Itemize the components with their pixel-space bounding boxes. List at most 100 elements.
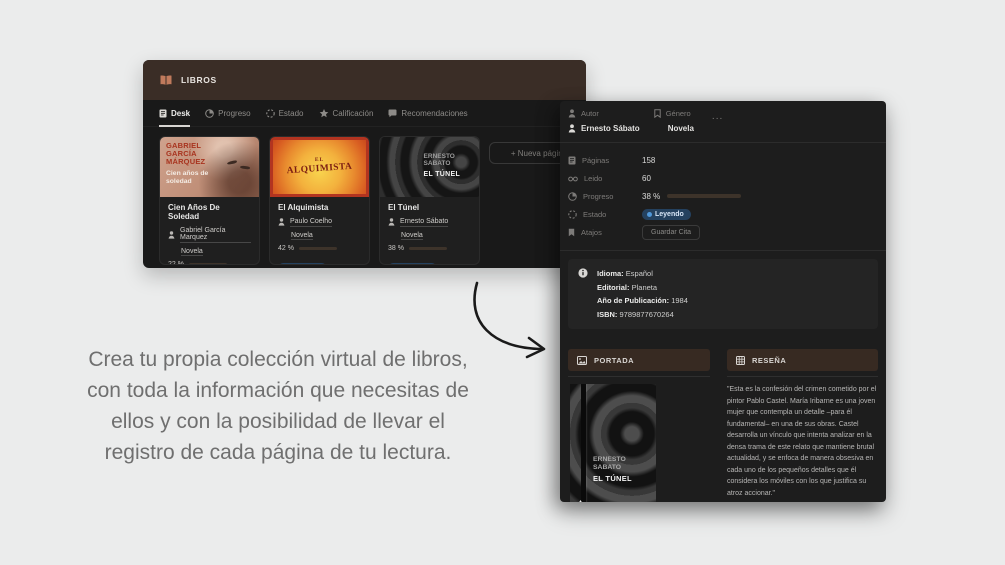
progress-bar [667, 194, 742, 198]
genre-value-row[interactable]: Novela [654, 124, 694, 133]
anio-line: Año de Publicación: 1984 [597, 294, 688, 308]
bird-graphic [226, 159, 238, 166]
moon-icon [278, 232, 286, 240]
resena-text: "Esta es la confesión del crimen cometid… [727, 386, 877, 497]
clock-icon [568, 191, 577, 201]
card-genre: Novela [291, 231, 313, 240]
card-genre-row: Novela [388, 231, 471, 240]
estado-label: Estado [583, 209, 607, 219]
caption-line: registro de cada página de tu lectura. [104, 441, 452, 464]
genre-property: Género Novela [653, 109, 694, 133]
card-body: Cien Años De Soledad Gabriel García Marq… [160, 197, 259, 265]
card-genre: Novela [401, 231, 423, 240]
image-icon [577, 355, 587, 365]
card-genre-row: Novela [278, 231, 361, 240]
book-card-cien-anos[interactable]: GABRIEL GARCÍA MÁRQUEZ Cien años de sole… [159, 136, 260, 265]
author-label-row: Autor [568, 109, 640, 118]
paginas-value[interactable]: 158 [642, 156, 655, 165]
bookmark-icon [653, 109, 661, 118]
status-badge: Leyendo [278, 263, 327, 264]
editorial-value: Planeta [631, 282, 658, 292]
isbn-label: ISBN: [597, 309, 618, 319]
progress-bar [188, 263, 227, 264]
cover-author-text: GABRIEL GARCÍA MÁRQUEZ [166, 141, 206, 167]
portada-header[interactable]: PORTADA [568, 349, 710, 371]
document-icon [159, 109, 167, 118]
resena-header[interactable]: RESEÑA [727, 349, 878, 371]
estado-label-row: Estado [568, 210, 642, 219]
author-value-row[interactable]: Ernesto Sábato [568, 124, 640, 133]
dashed-circle-icon [265, 109, 275, 118]
more-options-button[interactable]: ... [712, 111, 723, 133]
author-label: Autor [581, 109, 599, 118]
person-icon [568, 109, 576, 118]
book-card-tunel[interactable]: ERNESTO SABATO EL TÚNEL El Túnel Ernesto… [379, 136, 480, 265]
board-header: LIBROS [143, 60, 586, 100]
divider [560, 250, 886, 251]
publisher-logo [576, 500, 585, 502]
genre-label-row: Género [653, 109, 694, 118]
estado-value[interactable]: Leyendo [642, 208, 691, 220]
progress-bar [408, 247, 447, 250]
tab-estado[interactable]: Estado [265, 109, 304, 127]
board-title: LIBROS [181, 75, 217, 85]
portada-title: PORTADA [594, 355, 635, 365]
tab-label: Estado [278, 109, 304, 118]
tab-label: Recomendaciones [401, 109, 468, 118]
property-leido: Leido 60 [568, 169, 878, 187]
leido-label-row: Leido [568, 174, 642, 183]
book-card-alquimista[interactable]: EL ALQUIMISTA El Alquimista Paulo Coelho… [269, 136, 370, 265]
book-cover-image: ERNESTO SABATO EL TÚNEL [570, 384, 656, 502]
progress-percent-label: 38 % [388, 245, 404, 252]
glasses-icon [568, 175, 578, 182]
tab-desk[interactable]: Desk [159, 109, 191, 127]
isbn-value: 9789877670264 [619, 309, 674, 319]
bird-graphic [239, 165, 251, 170]
callout-text: Idioma: Español Editorial: Planeta Año d… [597, 267, 688, 321]
card-author-row: Ernesto Sábato [388, 218, 471, 227]
table-icon [736, 355, 745, 365]
moon-icon [388, 232, 396, 240]
cover-author-text: ERNESTO SABATO [423, 153, 455, 168]
tab-label: Calificación [332, 109, 374, 118]
leido-value[interactable]: 60 [642, 174, 651, 183]
author-property: Autor Ernesto Sábato [568, 109, 640, 133]
progress-percent-label: 22 % [168, 261, 184, 265]
book-cover-thumbnail: GABRIEL GARCÍA MÁRQUEZ Cien años de sole… [160, 137, 259, 197]
resena-title: RESEÑA [752, 355, 787, 365]
divider [568, 376, 710, 377]
status-badge: Leyendo [642, 208, 691, 220]
clock-icon [205, 109, 214, 118]
tab-calificacion[interactable]: Calificación [319, 109, 374, 127]
tab-recomendaciones[interactable]: Recomendaciones [388, 109, 468, 127]
status-label: Leyendo [655, 210, 684, 218]
comment-icon [388, 109, 397, 118]
editorial-line: Editorial: Planeta [597, 281, 688, 295]
book-cover-thumbnail: ERNESTO SABATO EL TÚNEL [380, 137, 479, 197]
cover-title-text: EL TÚNEL [593, 474, 632, 483]
star-icon [319, 109, 329, 118]
detail-properties-list: Páginas 158 Leido 60 Progreso 38 % Estad… [560, 143, 886, 250]
portada-column: PORTADA ERNESTO SABATO EL TÚNEL [568, 349, 710, 502]
caption-line: ellos y con la posibilidad de llevar el [111, 410, 445, 433]
isbn-line: ISBN: 9789877670264 [597, 308, 688, 322]
status-badge: Leyendo [388, 263, 437, 264]
cover-title-text: ALQUIMISTA [286, 161, 353, 177]
marketing-caption: Crea tu propia colección virtual de libr… [78, 344, 478, 468]
card-author: Gabriel García Marquez [180, 227, 251, 243]
anio-label: Año de Publicación: [597, 296, 670, 305]
book-cards-row: GABRIEL GARCÍA MÁRQUEZ Cien años de sole… [143, 127, 586, 265]
view-tabs: Desk Progreso Estado Calificación Recome… [143, 100, 586, 127]
tab-progreso[interactable]: Progreso [205, 109, 251, 127]
progreso-percent: 38 % [642, 191, 661, 201]
progress-percent-label: 42 % [278, 245, 294, 252]
atajos-value: Guardar Cita [642, 224, 701, 240]
paginas-label-row: Páginas [568, 156, 642, 165]
curved-arrow [452, 276, 556, 364]
atajos-label-row: Atajos [568, 228, 642, 237]
promo-canvas: { "page": { "background": "#ebecec" }, "… [0, 0, 1005, 565]
property-paginas: Páginas 158 [568, 151, 878, 169]
editorial-label: Editorial: [597, 282, 630, 292]
progreso-label: Progreso [583, 191, 614, 201]
guardar-cita-button[interactable]: Guardar Cita [642, 224, 701, 240]
